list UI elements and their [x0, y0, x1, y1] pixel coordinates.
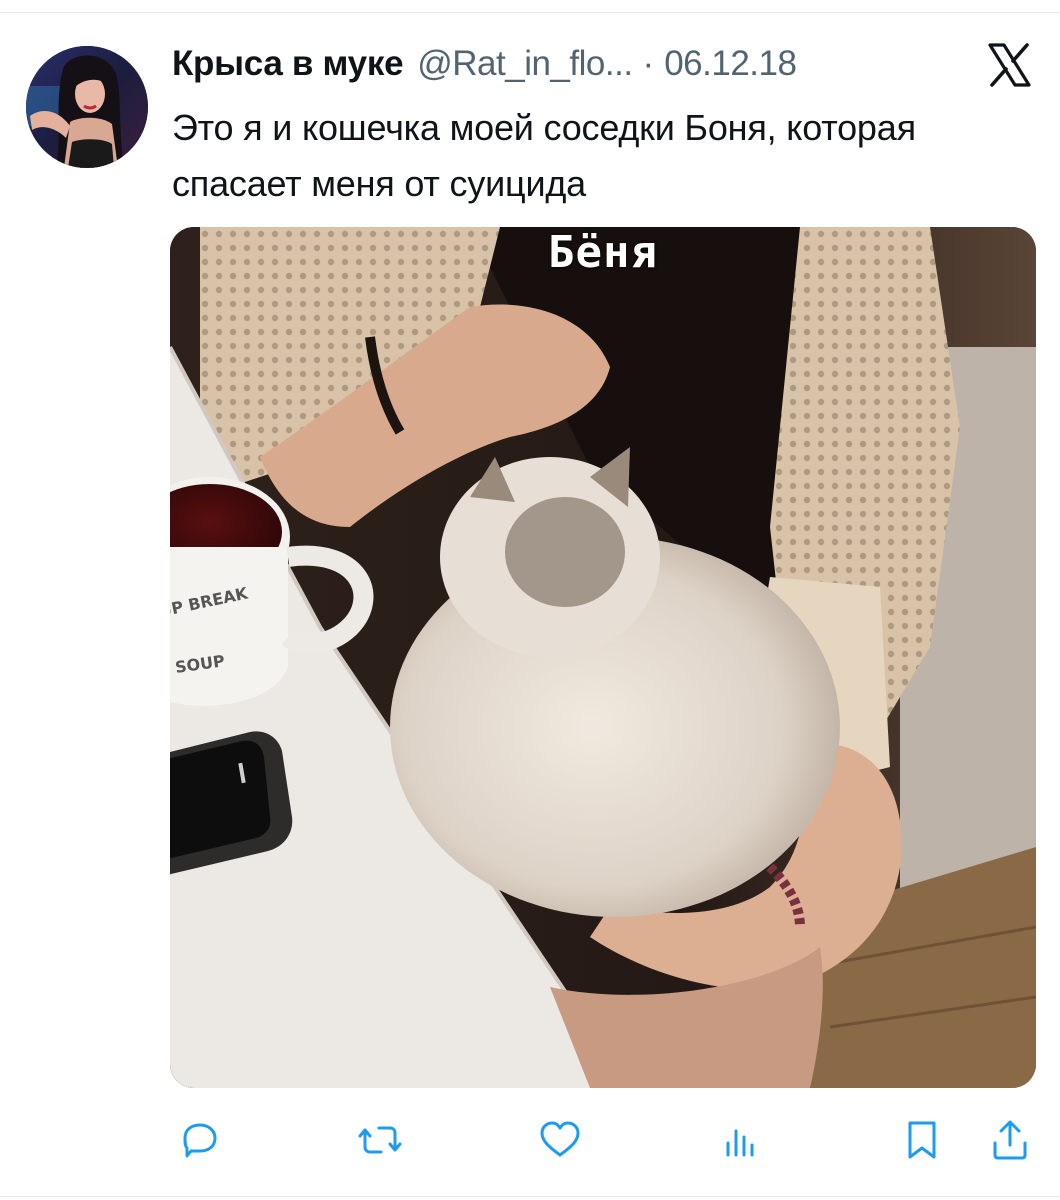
share-button[interactable]: [980, 1110, 1040, 1170]
tweet[interactable]: Крыса в муке @Rat_in_flo... · 06.12.18 Э…: [0, 0, 1060, 1200]
tweet-actions: [0, 1110, 1060, 1170]
display-name[interactable]: Крыса в муке: [172, 44, 404, 84]
bottom-divider: [0, 1196, 1060, 1197]
views-button[interactable]: [710, 1110, 770, 1170]
x-logo-icon[interactable]: [984, 40, 1034, 90]
retweet-icon: [358, 1126, 402, 1154]
reply-icon: [183, 1123, 217, 1158]
avatar[interactable]: [26, 46, 148, 168]
media-caption: Бёня: [548, 227, 658, 278]
user-handle[interactable]: @Rat_in_flo...: [417, 44, 633, 84]
media-photo: UP BREAK SOUP: [170, 227, 1036, 1088]
share-icon: [993, 1120, 1027, 1160]
tweet-text: Это я и кошечка моей соседки Боня, котор…: [172, 107, 916, 204]
bookmark-button[interactable]: [892, 1110, 952, 1170]
views-icon: [726, 1129, 754, 1157]
bookmark-icon: [908, 1121, 936, 1159]
tweet-date[interactable]: 06.12.18: [664, 44, 797, 84]
reply-button[interactable]: [170, 1110, 230, 1170]
retweet-button[interactable]: [350, 1110, 410, 1170]
heart-icon: [540, 1121, 580, 1157]
avatar-image: [26, 46, 148, 168]
tweet-header: Крыса в муке @Rat_in_flo... · 06.12.18: [172, 44, 797, 88]
like-button[interactable]: [530, 1110, 590, 1170]
tweet-media[interactable]: UP BREAK SOUP Бёня: [170, 227, 1036, 1088]
header-separator: ·: [642, 44, 655, 83]
